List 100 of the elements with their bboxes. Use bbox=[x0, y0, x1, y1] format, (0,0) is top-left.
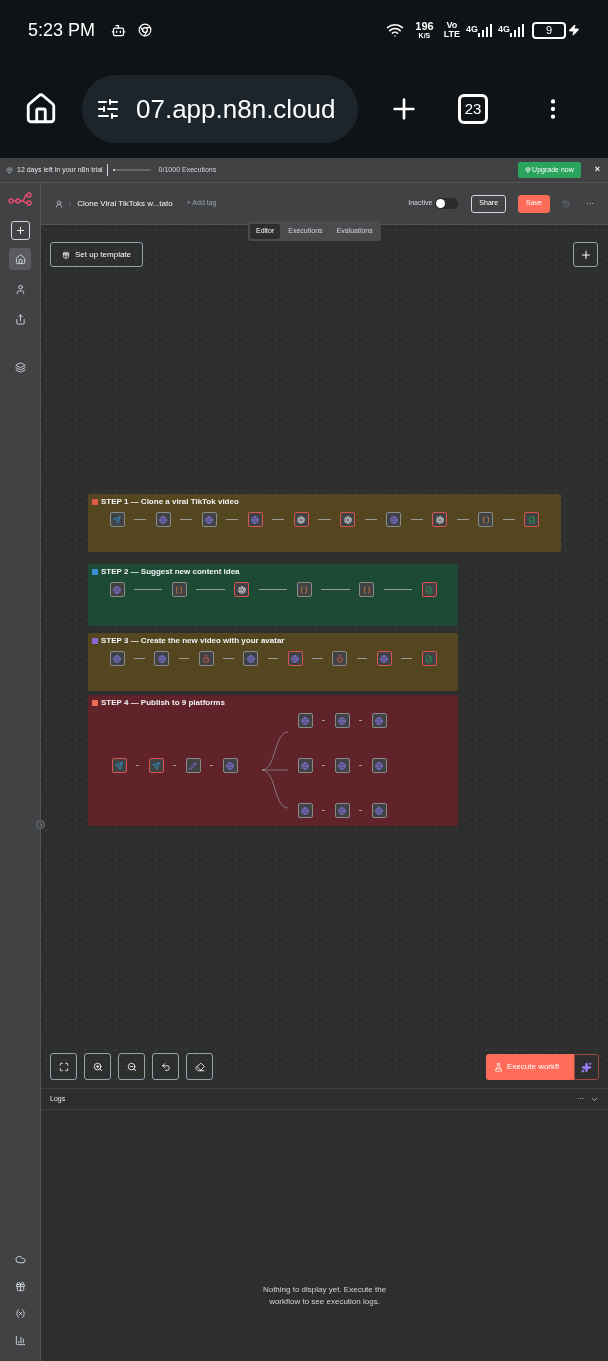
ai-assistant-button[interactable] bbox=[574, 1054, 599, 1080]
volte-label: LTE bbox=[443, 30, 460, 39]
workflow-node[interactable] bbox=[198, 651, 214, 666]
volte-label: Vo bbox=[446, 21, 458, 30]
person-icon bbox=[14, 283, 26, 295]
pencil-icon bbox=[189, 761, 197, 770]
aperture-icon bbox=[297, 515, 306, 524]
workflow-node[interactable] bbox=[371, 713, 387, 728]
home-icon[interactable] bbox=[24, 92, 58, 126]
workflow-node[interactable] bbox=[478, 512, 494, 527]
workflow-node[interactable] bbox=[334, 758, 350, 773]
plus-icon bbox=[579, 248, 592, 261]
workflow-node[interactable] bbox=[421, 582, 437, 597]
workflow-node[interactable] bbox=[222, 758, 238, 773]
workflow-node[interactable] bbox=[297, 758, 313, 773]
reset-icon bbox=[160, 1061, 171, 1072]
timer-icon bbox=[202, 654, 211, 663]
globe-icon bbox=[375, 806, 383, 815]
workflow-node[interactable] bbox=[109, 512, 125, 527]
canvas-control-button[interactable] bbox=[84, 1053, 111, 1080]
connector-line bbox=[134, 519, 147, 520]
connector-line bbox=[272, 519, 285, 520]
close-button[interactable]: × bbox=[594, 163, 600, 177]
workflow-node[interactable] bbox=[185, 758, 201, 773]
workflow-node[interactable] bbox=[421, 651, 437, 666]
canvas-control-button[interactable] bbox=[152, 1053, 179, 1080]
spreadsheet-icon bbox=[528, 515, 536, 524]
connector-line bbox=[312, 658, 323, 659]
braces-icon bbox=[481, 515, 490, 524]
canvas-control-button[interactable] bbox=[186, 1053, 213, 1080]
active-toggle[interactable] bbox=[435, 198, 459, 209]
collapse-sidebar-button[interactable] bbox=[36, 820, 45, 829]
plus-icon bbox=[14, 225, 26, 236]
sidebar-item[interactable] bbox=[13, 1306, 27, 1320]
workflow-node[interactable] bbox=[386, 512, 402, 527]
workflow-node[interactable] bbox=[297, 803, 313, 818]
workflow-node[interactable] bbox=[247, 512, 263, 527]
setup-template-button[interactable]: Set up template bbox=[50, 242, 144, 267]
workflow-node[interactable] bbox=[371, 758, 387, 773]
tab-count-button[interactable]: 23 bbox=[458, 94, 488, 124]
sidebar-item[interactable] bbox=[9, 248, 31, 270]
globe-icon bbox=[338, 806, 346, 815]
globe-icon bbox=[113, 654, 121, 663]
canvas-control-button[interactable] bbox=[118, 1053, 145, 1080]
workflow-node[interactable] bbox=[340, 512, 356, 527]
workflow-node[interactable] bbox=[297, 713, 313, 728]
globe-icon bbox=[338, 716, 346, 725]
network-type: 4G bbox=[465, 23, 478, 36]
globe-icon bbox=[226, 761, 234, 770]
globe-icon bbox=[246, 654, 255, 663]
layers-icon bbox=[14, 361, 26, 373]
workflow-node[interactable] bbox=[359, 582, 375, 597]
braces-icon bbox=[300, 585, 309, 594]
workflow-node[interactable] bbox=[293, 512, 309, 527]
more-button[interactable]: ··· bbox=[586, 197, 594, 210]
workflow-node[interactable] bbox=[296, 582, 312, 597]
workflow-node[interactable] bbox=[376, 651, 392, 666]
connector-line bbox=[502, 519, 515, 520]
connector-line bbox=[180, 519, 193, 520]
sidebar-item[interactable] bbox=[13, 1333, 27, 1347]
workflow-title[interactable]: Clone Viral TikToks w...tato bbox=[77, 197, 173, 210]
connector-line bbox=[178, 658, 190, 659]
workflow-node[interactable] bbox=[432, 512, 448, 527]
workflow-node[interactable] bbox=[243, 651, 259, 666]
workflow-node[interactable] bbox=[332, 651, 348, 666]
connector-line bbox=[318, 519, 331, 520]
globe-icon bbox=[291, 654, 300, 663]
spreadsheet-icon bbox=[425, 654, 434, 663]
workflow-node[interactable] bbox=[334, 713, 350, 728]
workflow-node[interactable] bbox=[171, 582, 187, 597]
globe-icon bbox=[301, 806, 309, 815]
add-node-button[interactable] bbox=[573, 242, 598, 267]
chart-icon bbox=[14, 1334, 26, 1346]
connector-line bbox=[134, 589, 163, 590]
send-icon bbox=[152, 761, 160, 770]
workflow-node[interactable] bbox=[334, 803, 350, 818]
gem-icon bbox=[525, 167, 532, 173]
send-icon bbox=[115, 761, 123, 770]
workflow-node[interactable] bbox=[109, 582, 125, 597]
workflow-node[interactable] bbox=[201, 512, 217, 527]
variable-icon bbox=[14, 1307, 26, 1319]
add-button[interactable] bbox=[10, 221, 30, 240]
globe-icon bbox=[301, 761, 309, 770]
globe-icon bbox=[375, 761, 383, 770]
sidebar-item[interactable] bbox=[13, 1279, 27, 1293]
braces-icon bbox=[175, 585, 184, 594]
aperture-icon bbox=[435, 515, 444, 524]
workflow-node[interactable] bbox=[287, 651, 303, 666]
workflow-node[interactable] bbox=[524, 512, 540, 527]
workflow-node[interactable] bbox=[154, 651, 170, 666]
workflow-node[interactable] bbox=[109, 651, 125, 666]
connector-line bbox=[226, 519, 239, 520]
workflow-node[interactable] bbox=[155, 512, 171, 527]
canvas-control-button[interactable] bbox=[50, 1053, 77, 1080]
workflow-node[interactable] bbox=[371, 803, 387, 818]
workflow-node[interactable] bbox=[234, 582, 250, 597]
workflow-node[interactable] bbox=[111, 758, 127, 773]
address-bar[interactable]: 07.app.n8n.cloud bbox=[82, 75, 358, 143]
globe-icon bbox=[159, 515, 168, 524]
workflow-node[interactable] bbox=[148, 758, 164, 773]
